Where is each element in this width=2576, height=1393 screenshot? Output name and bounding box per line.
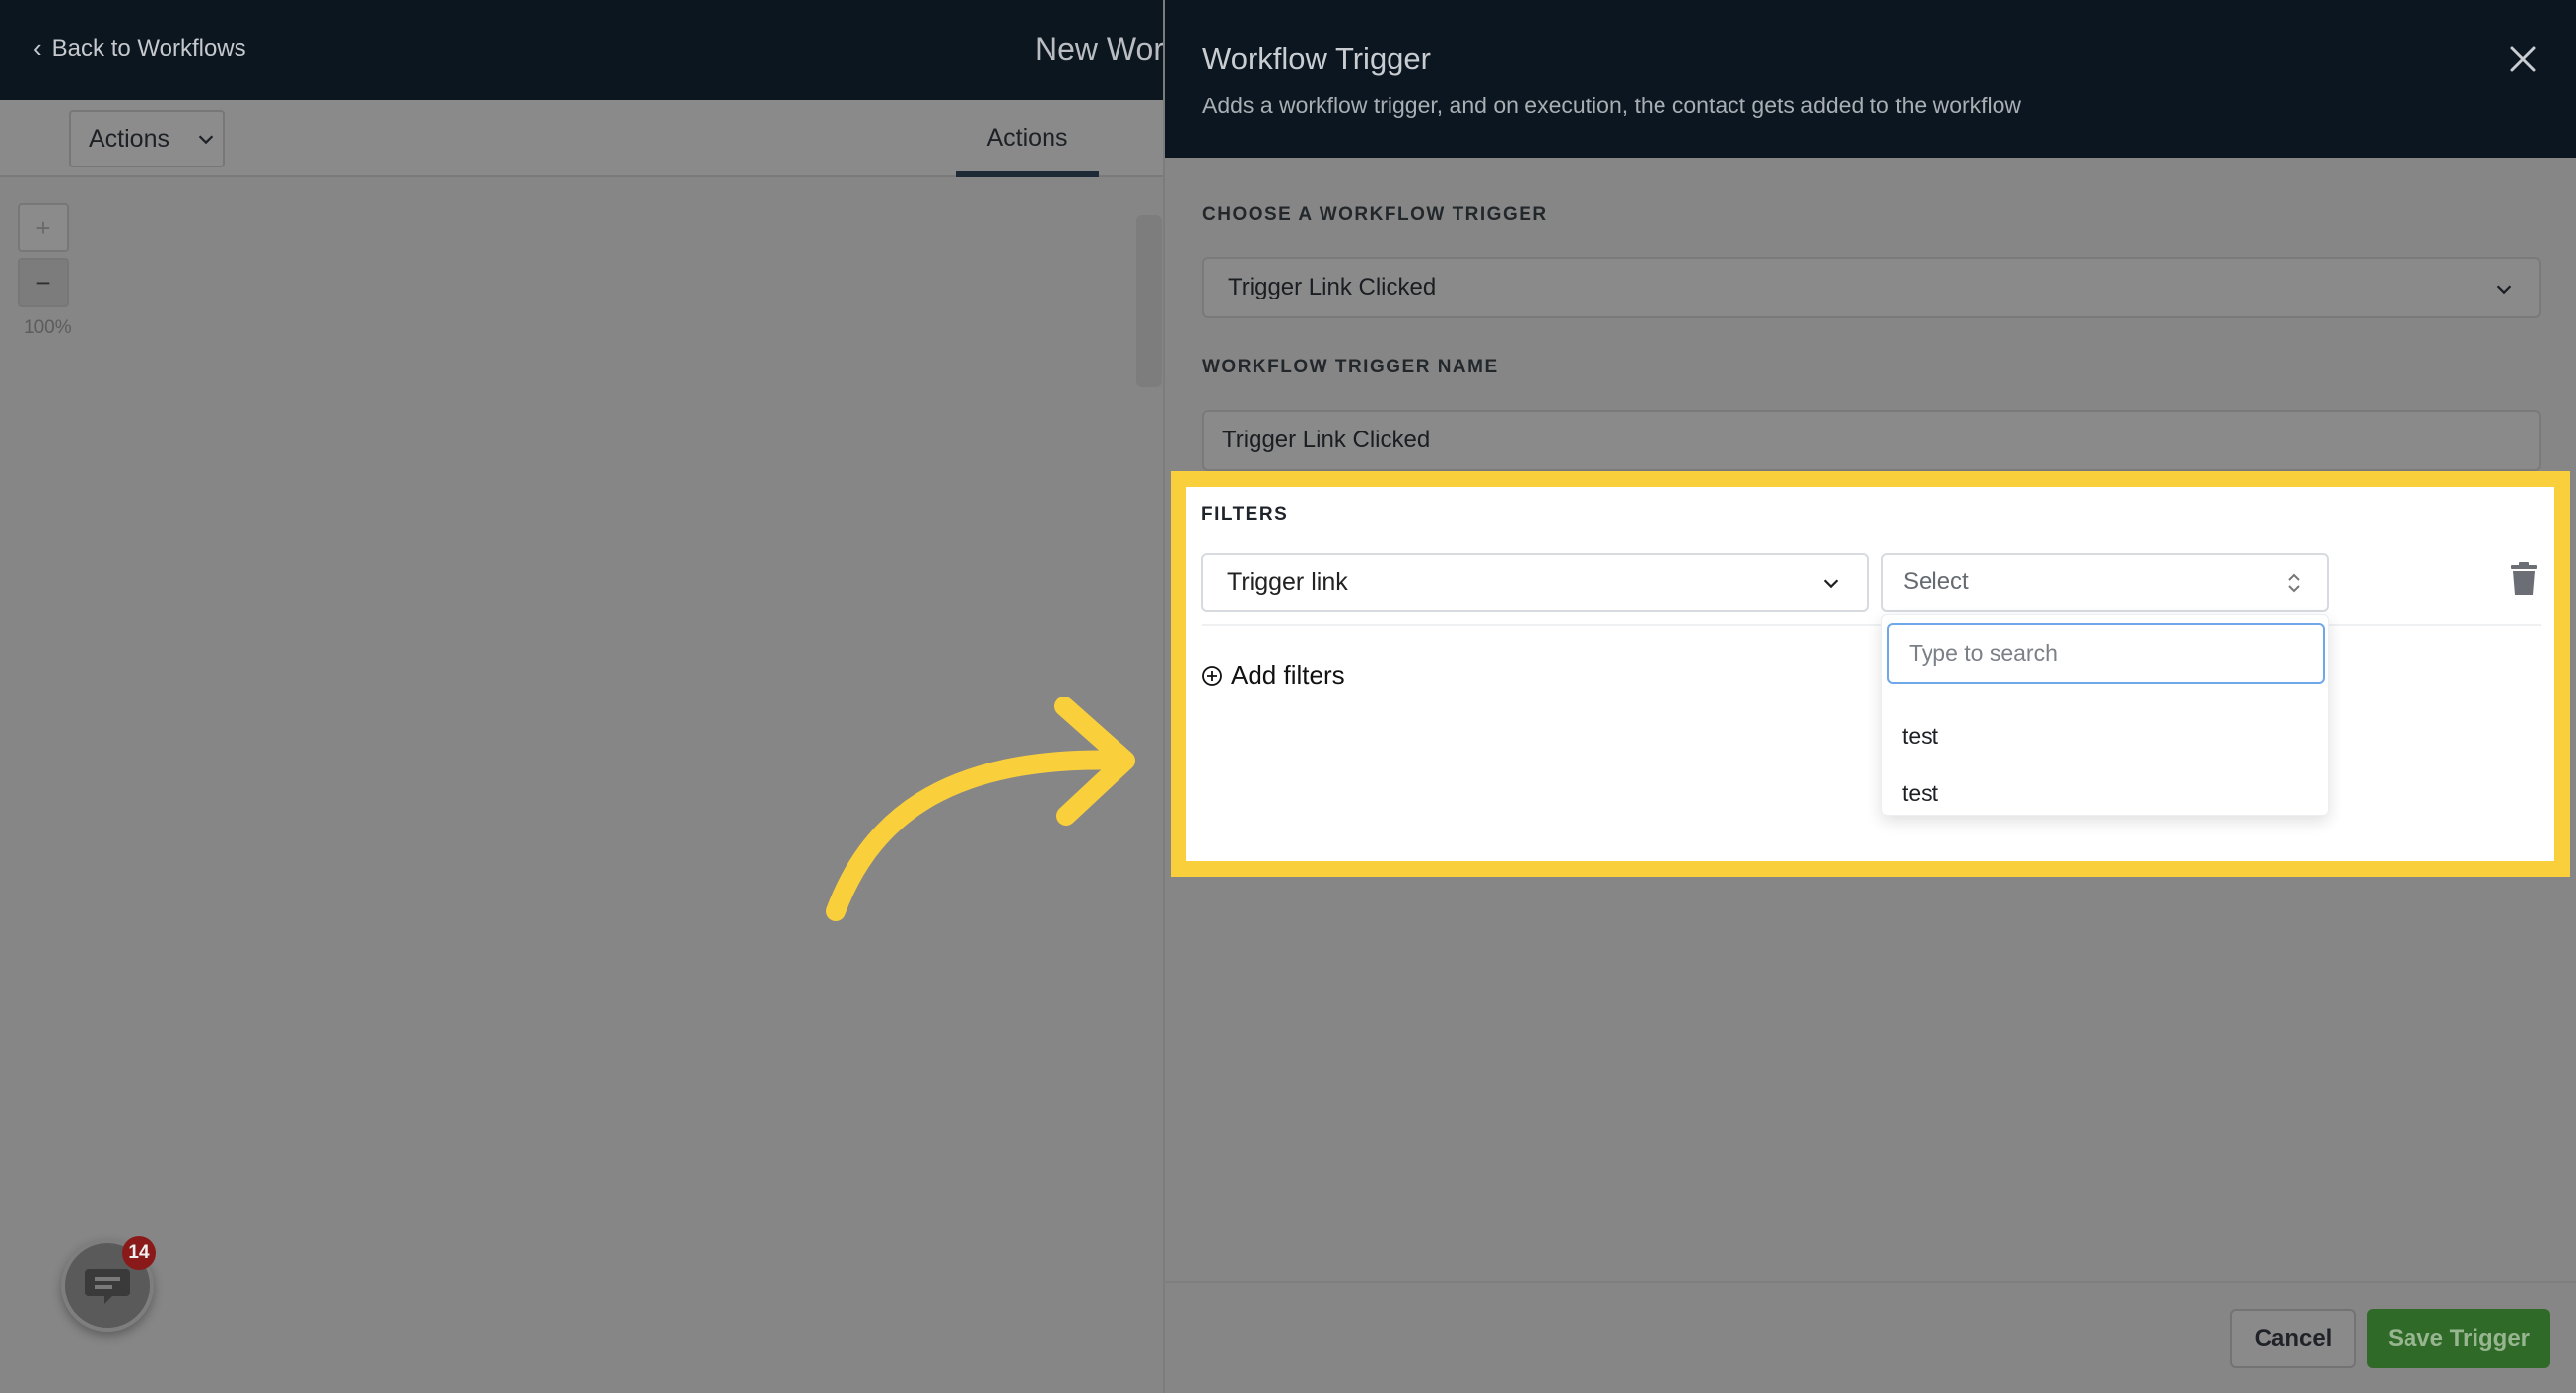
zoom-out-button[interactable]: − <box>18 258 69 307</box>
actions-dropdown[interactable]: Actions <box>69 110 225 167</box>
annotation-arrow-icon <box>826 696 1135 921</box>
back-link-label: Back to Workflows <box>51 34 246 62</box>
trigger-type-select[interactable]: Trigger Link Clicked <box>1202 257 2541 318</box>
close-icon[interactable] <box>2503 39 2542 79</box>
panel-header: Workflow Trigger Adds a workflow trigger… <box>1165 0 2576 158</box>
footer-divider <box>1163 1281 2576 1283</box>
save-trigger-button[interactable]: Save Trigger <box>2367 1309 2550 1368</box>
panel-subtitle: Adds a workflow trigger, and on executio… <box>1202 93 2022 118</box>
canvas-scrollbar[interactable] <box>1136 215 1162 387</box>
dropdown-search-input[interactable] <box>1887 623 2325 684</box>
workflow-title: New Wor <box>1035 32 1164 67</box>
filter-field-value: Trigger link <box>1227 567 1348 596</box>
choose-trigger-label: CHOOSE A WORKFLOW TRIGGER <box>1202 204 1548 225</box>
chevron-down-icon <box>198 135 214 145</box>
editor-header: ‹ Back to Workflows New Wor <box>0 0 1164 100</box>
chevron-down-icon <box>1823 579 1839 589</box>
trigger-type-value: Trigger Link Clicked <box>1228 274 1437 300</box>
notification-badge: 14 <box>122 1236 156 1270</box>
chevron-down-icon <box>2496 285 2512 295</box>
dropdown-option[interactable]: test <box>1902 723 1938 750</box>
filters-highlight-box <box>1171 471 2570 877</box>
filter-value-select[interactable]: Select <box>1881 553 2329 612</box>
filter-value-placeholder: Select <box>1903 568 1969 595</box>
filters-label: FILTERS <box>1201 504 1289 525</box>
chevron-left-icon: ‹ <box>34 33 42 63</box>
actions-dropdown-label: Actions <box>89 124 169 153</box>
add-filters-button[interactable]: Add filters <box>1201 660 1345 691</box>
sort-arrows-icon <box>2288 573 2300 593</box>
add-filters-label: Add filters <box>1231 660 1345 690</box>
filter-field-select[interactable]: Trigger link <box>1201 553 1869 612</box>
zoom-in-button[interactable]: + <box>18 203 69 252</box>
zoom-level: 100% <box>24 317 72 338</box>
trigger-name-label: WORKFLOW TRIGGER NAME <box>1202 357 1499 377</box>
plus-circle-icon <box>1202 665 1222 686</box>
trigger-name-input[interactable]: Trigger Link Clicked <box>1202 410 2541 471</box>
dropdown-option[interactable]: test <box>1902 780 1938 807</box>
cancel-button[interactable]: Cancel <box>2230 1309 2356 1368</box>
trash-icon[interactable] <box>2509 562 2539 597</box>
chat-icon <box>85 1269 130 1304</box>
editor-toolbar: Actions Actions <box>0 100 1163 177</box>
trigger-name-value: Trigger Link Clicked <box>1222 427 1431 453</box>
filter-row-divider <box>1202 624 2541 626</box>
back-to-workflows-link[interactable]: ‹ Back to Workflows <box>34 33 246 64</box>
filter-value-dropdown: test test <box>1881 614 2329 816</box>
panel-title: Workflow Trigger <box>1202 41 1431 76</box>
tab-actions[interactable]: Actions <box>956 120 1099 177</box>
